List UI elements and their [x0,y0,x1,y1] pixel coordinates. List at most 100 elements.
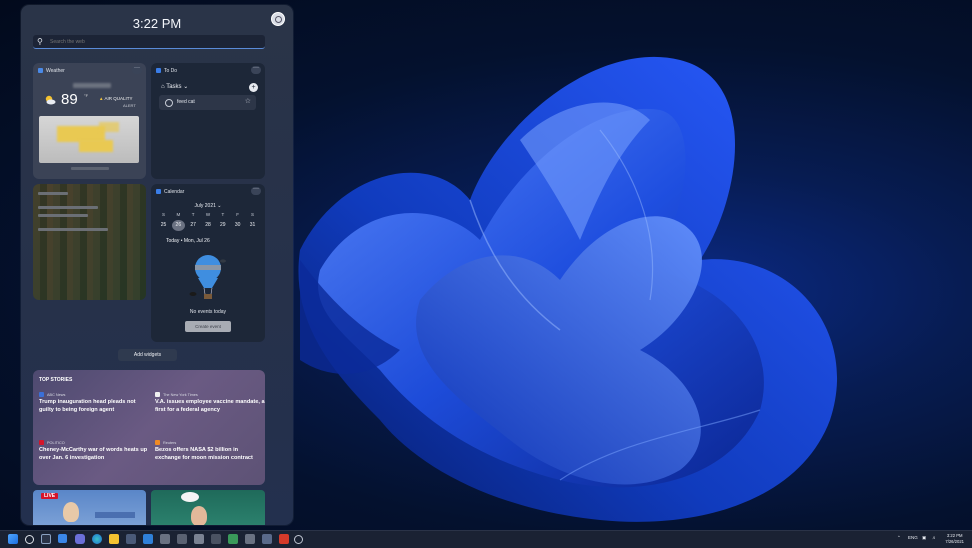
calendar-app-icon [156,189,161,194]
top-stories-card: TOP STORIES ABC News Trump inauguration … [33,370,265,485]
create-event-button[interactable]: Create event [185,321,231,332]
date-cell[interactable]: 30 [231,220,244,231]
weather-app-icon [38,68,43,73]
date-cell[interactable]: 28 [201,220,214,231]
calendar-title: Calendar [164,189,185,195]
blurred-title [38,192,68,195]
file-explorer-icon[interactable] [109,534,119,544]
air-quality-alert: ALERT [123,103,136,108]
more-options-icon[interactable]: ··· [251,186,261,195]
blurred-forecast-link [71,167,109,170]
search-input[interactable] [48,38,250,45]
widgets-panel: 3:22 PM ⚲ Weather ··· 89 °F ▲ AIR QUALIT… [21,5,293,525]
date-cell[interactable]: 31 [246,220,259,231]
taskbar-date: 7/26/2021 [945,539,964,544]
story-source: The New York Times [163,392,198,397]
publisher-logo-icon [39,392,44,397]
story-source: POLITICO [47,440,65,445]
todo-app-icon [156,68,161,73]
more-options-icon[interactable]: ··· [132,65,142,74]
week-dates: 25 26 27 28 29 30 31 [157,220,259,231]
show-hidden-icons-chevron-icon[interactable]: ⌃ [897,535,901,541]
task-view-icon[interactable] [41,534,51,544]
more-options-icon[interactable]: ··· [251,65,261,74]
air-quality-label: ▲ AIR QUALITY [99,96,133,101]
news-story[interactable]: The New York Times V.A. issues employee … [155,392,265,414]
task-item[interactable]: feed cat ☆ [159,95,256,110]
app-icon[interactable] [211,534,221,544]
app-icon[interactable] [228,534,238,544]
calendar-widget[interactable]: Calendar ··· July 2021 ⌄ SMTWTFS 25 26 2… [151,184,265,342]
date-cell[interactable]: 25 [157,220,170,231]
taskbar: ⌃ ENG ▣ ♬ 3:22 PM 7/26/2021 [0,530,972,548]
blurred-location [73,83,111,88]
top-stories-heading: TOP STORIES [39,377,73,383]
person-image [191,506,207,525]
today-label: Today • Mon, Jul 26 [166,238,210,244]
store-icon[interactable] [126,534,136,544]
news-ticker [95,512,135,518]
weather-map-image [39,116,139,163]
task-list-selector[interactable]: ⌂ Tasks ⌄ [161,83,188,90]
settings-gear-icon[interactable] [294,535,303,544]
weather-title: Weather [46,68,65,74]
news-thumbnail-live[interactable]: LIVE [33,490,146,525]
date-cell[interactable]: 29 [216,220,229,231]
partly-sunny-icon [45,95,56,105]
app-icon[interactable] [279,534,289,544]
app-icon[interactable] [262,534,272,544]
temperature-value: 89 [61,91,78,108]
live-badge: LIVE [41,493,59,499]
add-widgets-button[interactable]: Add widgets [118,349,177,361]
month-selector[interactable]: July 2021 ⌄ [151,203,265,209]
blurred-text [38,228,108,231]
news-story[interactable]: POLITICO Cheney-McCarthy war of words he… [39,440,149,462]
todo-widget[interactable]: To Do ··· ⌂ Tasks ⌄ + feed cat ☆ [151,63,265,179]
mail-icon[interactable] [143,534,153,544]
start-button-icon[interactable] [8,534,18,544]
story-source: ABC News [47,392,66,397]
search-icon: ⚲ [37,37,43,46]
selected-date-cell[interactable]: 26 [171,220,185,231]
search-icon[interactable] [25,535,34,544]
app-icon[interactable] [177,534,187,544]
edge-browser-icon[interactable] [92,534,102,544]
blurred-text [38,206,98,209]
story-headline[interactable]: V.A. issues employee vaccine mandate, a … [155,399,265,414]
profile-icon[interactable] [271,12,285,26]
network-icon[interactable]: ▣ [922,535,926,541]
panel-clock: 3:22 PM [132,16,182,31]
weather-widget[interactable]: Weather ··· 89 °F ▲ AIR QUALITY ALERT [33,63,146,179]
chat-icon[interactable] [75,534,85,544]
weekday-header: SMTWTFS [161,212,254,217]
story-headline[interactable]: Cheney-McCarthy war of words heats up ov… [39,447,149,462]
publisher-logo-icon [155,392,160,397]
no-events-text: No events today [189,309,227,315]
warning-icon: ▲ [99,96,104,101]
app-icon[interactable] [194,534,204,544]
publisher-logo-icon [155,440,160,445]
blurred-text [38,214,88,217]
app-icon[interactable] [160,534,170,544]
todo-title: To Do [164,68,178,74]
date-cell[interactable]: 27 [187,220,200,231]
story-source: Reuters [163,440,177,445]
language-indicator[interactable]: ENG [908,535,918,540]
news-story[interactable]: ABC News Trump inauguration head pleads … [39,392,149,414]
task-text: feed cat [177,99,195,105]
story-headline[interactable]: Trump inauguration head pleads not guilt… [39,399,149,414]
app-icon[interactable] [245,534,255,544]
news-thumbnail[interactable] [151,490,265,525]
star-icon[interactable]: ☆ [245,97,251,105]
web-search-box[interactable]: ⚲ [33,35,265,49]
story-headline[interactable]: Bezos offers NASA $2 billion in exchange… [155,447,265,462]
volume-icon[interactable]: ♬ [932,535,937,540]
add-task-button[interactable]: + [249,83,258,92]
widgets-icon[interactable] [58,534,67,543]
publisher-logo-icon [39,440,44,445]
taskbar-clock[interactable]: 3:22 PM 7/26/2021 [945,533,964,545]
task-checkbox[interactable] [165,99,173,107]
photos-widget[interactable] [33,184,146,300]
person-image [63,502,79,522]
news-story[interactable]: Reuters Bezos offers NASA $2 billion in … [155,440,265,462]
